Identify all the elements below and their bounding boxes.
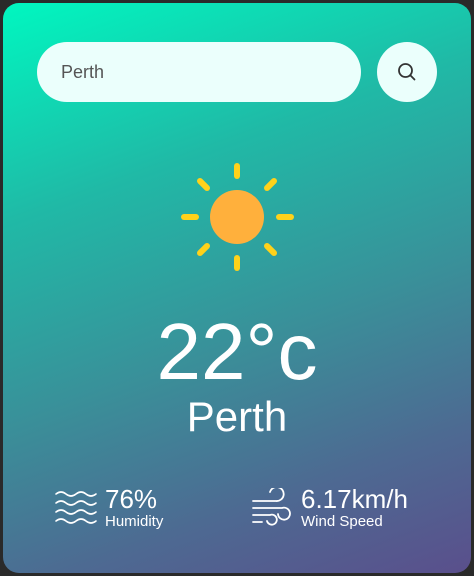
humidity-waves-icon [55,491,97,524]
humidity-value: 76% [105,484,158,514]
sun-icon [181,163,294,271]
wind-label: Wind Speed [301,513,383,530]
humidity-label: Humidity [105,513,164,530]
wind-icon [252,488,291,526]
wind-value: 6.17km/h [301,484,408,514]
city-name: Perth [186,393,288,440]
wind-detail: 6.17km/h Wind Speed [250,485,408,531]
temperature: 22°c [156,307,318,396]
weather-card: 22°c Perth 76% Humidity 6.17km/h [3,3,471,573]
search-button[interactable] [377,42,437,102]
search-icon [398,63,416,81]
search-input[interactable] [37,42,361,102]
humidity-detail: 76% Humidity [54,485,163,531]
